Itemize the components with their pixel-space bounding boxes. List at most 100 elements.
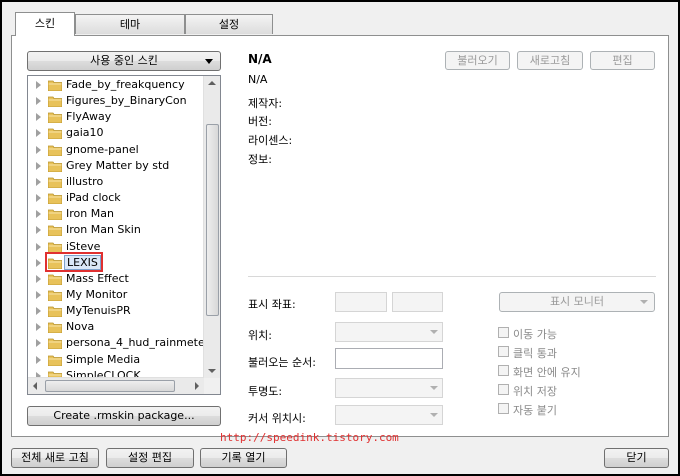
scroll-down-icon[interactable]: [208, 369, 216, 373]
skin-list-item[interactable]: gaia10: [28, 125, 208, 141]
expand-arrow-icon[interactable]: [36, 323, 41, 332]
scroll-up-icon[interactable]: [208, 81, 216, 85]
active-skins-button[interactable]: 사용 중인 스킨: [27, 51, 221, 71]
refresh-all-button[interactable]: 전체 새로 고침: [11, 448, 99, 468]
expand-arrow-icon[interactable]: [36, 97, 41, 106]
author-label: 제작자:: [248, 97, 283, 110]
skin-list-item-label: Fade_by_freakquency: [66, 78, 185, 91]
coords-label: 표시 좌표:: [248, 298, 296, 311]
chevron-down-icon: [430, 386, 438, 390]
skin-list-item[interactable]: FlyAway: [28, 109, 208, 125]
scroll-thumb[interactable]: [206, 124, 219, 316]
folder-icon: [47, 128, 63, 140]
skin-list-item[interactable]: Nova: [28, 319, 208, 335]
skin-list-item[interactable]: Iron Man Skin: [28, 222, 208, 238]
folder-icon: [47, 193, 63, 205]
skin-list-item-label: Simple Media: [66, 352, 141, 366]
skin-list-item-label: iSteve: [66, 239, 101, 253]
checkbox-label: 이동 가능: [513, 328, 557, 341]
expand-arrow-icon[interactable]: [36, 161, 41, 170]
checkbox-box[interactable]: [498, 384, 509, 395]
expand-arrow-icon[interactable]: [36, 113, 41, 122]
expand-arrow-icon[interactable]: [36, 145, 41, 154]
y-coord-input[interactable]: [392, 292, 443, 312]
skin-list-item-label: Iron Man Skin: [66, 223, 141, 237]
cursor-select[interactable]: [335, 405, 443, 425]
folder-icon: [47, 80, 63, 92]
refresh-button[interactable]: 새로고침: [517, 51, 583, 70]
load-order-label: 불러오는 순서:: [248, 356, 316, 369]
folder-icon: [47, 112, 63, 124]
tab-themes[interactable]: 테마: [75, 14, 185, 34]
tab-skins[interactable]: 스킨: [15, 12, 75, 36]
horizontal-scrollbar[interactable]: [28, 377, 204, 394]
skin-list-item[interactable]: Fade_by_freakquency: [28, 77, 208, 93]
license-label: 라이센스:: [248, 134, 293, 147]
create-rmskin-button[interactable]: Create .rmskin package...: [27, 406, 221, 426]
skin-list-item[interactable]: Iron Man: [28, 206, 208, 222]
edit-button[interactable]: 편집: [590, 51, 655, 70]
skin-tree[interactable]: Fade_by_freakquency Figures_by_BinaryCon F…: [27, 75, 221, 395]
skin-list-item-label: illustro: [66, 174, 104, 188]
scroll-left-icon[interactable]: [33, 382, 37, 390]
selection-highlight: [45, 251, 103, 272]
skin-list-item[interactable]: My Monitor: [28, 287, 208, 303]
skin-list-item-selected[interactable]: LEXIS: [28, 251, 208, 272]
tab-settings[interactable]: 설정: [185, 14, 273, 34]
expand-arrow-icon[interactable]: [36, 242, 41, 251]
checkbox-box[interactable]: [498, 403, 509, 414]
load-button[interactable]: 불러오기: [445, 51, 510, 70]
chevron-down-icon: [430, 413, 438, 417]
expand-arrow-icon[interactable]: [36, 129, 41, 138]
skin-list-item-label: Grey Matter by std: [66, 158, 170, 172]
expand-arrow-icon[interactable]: [36, 210, 41, 219]
expand-arrow-icon[interactable]: [36, 177, 41, 186]
load-order-input[interactable]: [335, 348, 443, 369]
skin-list-item-label: Iron Man: [66, 207, 114, 221]
expand-arrow-icon[interactable]: [36, 194, 41, 203]
display-monitor-button[interactable]: 표시 모니터: [499, 292, 655, 312]
skin-list-item[interactable]: illustro: [28, 174, 208, 190]
folder-icon: [47, 209, 63, 221]
skin-list-item[interactable]: iPad clock: [28, 190, 208, 206]
skin-list-item[interactable]: Mass Effect: [28, 271, 208, 287]
scroll-right-icon[interactable]: [195, 382, 199, 390]
skin-list-item[interactable]: Figures_by_BinaryCon: [28, 93, 208, 109]
skin-list-item[interactable]: Grey Matter by std: [28, 158, 208, 174]
checkbox-box[interactable]: [498, 346, 509, 357]
folder-icon: [47, 145, 63, 156]
skin-list-item[interactable]: persona_4_hud_rainmeter_ski: [28, 335, 220, 351]
version-label: 버전:: [248, 115, 272, 128]
horizontal-scroll-thumb[interactable]: [45, 380, 175, 392]
expand-arrow-icon[interactable]: [36, 339, 41, 348]
skin-list-item[interactable]: MyTenuisPR: [28, 303, 208, 319]
vertical-scrollbar[interactable]: [203, 76, 220, 378]
chevron-down-icon: [430, 330, 438, 334]
folder-icon: [47, 338, 63, 350]
expand-arrow-icon[interactable]: [36, 274, 41, 283]
x-coord-input[interactable]: [335, 292, 387, 312]
folder-icon: [47, 290, 63, 302]
transparency-select[interactable]: [335, 378, 443, 398]
close-button[interactable]: 닫기: [604, 448, 669, 468]
checkbox-label: 자동 붙기: [513, 404, 557, 417]
expand-arrow-icon[interactable]: [36, 258, 41, 267]
edit-settings-button[interactable]: 설정 편집: [106, 448, 194, 468]
expand-arrow-icon[interactable]: [36, 307, 41, 316]
skin-list-item[interactable]: Simple Media: [28, 352, 208, 368]
chevron-down-icon: [205, 59, 213, 64]
scroll-corner: [204, 378, 220, 394]
position-select[interactable]: [335, 322, 443, 342]
skin-list-item[interactable]: gnome-panel: [28, 142, 208, 158]
folder-icon: [47, 96, 63, 108]
checkbox-box[interactable]: [498, 327, 509, 338]
folder-icon: [47, 355, 63, 366]
expand-arrow-icon[interactable]: [36, 355, 41, 364]
expand-arrow-icon[interactable]: [36, 226, 41, 235]
checkbox-box[interactable]: [498, 365, 509, 376]
folder-icon: [47, 274, 63, 286]
expand-arrow-icon[interactable]: [36, 81, 41, 89]
open-log-button[interactable]: 기록 열기: [200, 448, 287, 468]
expand-arrow-icon[interactable]: [36, 290, 41, 299]
skin-list-item-label: My Monitor: [66, 287, 128, 301]
